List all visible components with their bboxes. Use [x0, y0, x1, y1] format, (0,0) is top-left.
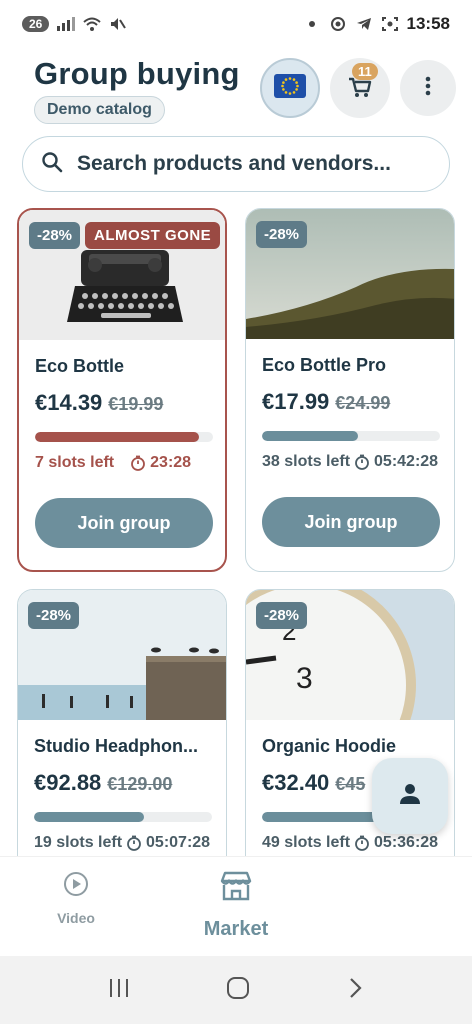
notification-count-badge: 26	[22, 16, 50, 32]
status-right: 13:58	[303, 14, 450, 34]
timer-icon	[126, 835, 142, 851]
home-icon[interactable]	[225, 975, 251, 1006]
progress-bar	[262, 431, 440, 441]
sim-signal-icon	[57, 17, 76, 31]
almost-gone-badge: ALMOST GONE	[85, 222, 221, 249]
clock-time: 13:58	[406, 14, 450, 33]
current-price: €14.39	[35, 390, 103, 415]
overflow-menu-button[interactable]	[400, 60, 456, 116]
dot-icon	[303, 17, 321, 31]
mute-icon	[109, 17, 127, 31]
old-price: €129.00	[107, 774, 173, 794]
product-price: €32.40 €45	[262, 770, 365, 796]
progress-fill	[34, 812, 145, 822]
countdown-timer: 05:07:28	[146, 834, 211, 851]
slots-timer-row: 49 slots left 05:36:28	[262, 834, 438, 852]
timer-icon	[354, 454, 370, 470]
slots-timer-row: 38 slots left 05:42:28	[262, 453, 438, 471]
app-screen: 26 13:58 Group buying Demo catalog 11 Se…	[0, 0, 472, 1024]
join-group-button[interactable]: Join group	[35, 498, 213, 548]
status-bar: 26 13:58	[0, 0, 472, 48]
current-price: €92.88	[34, 770, 102, 795]
current-price: €32.40	[262, 770, 330, 795]
profile-fab[interactable]	[372, 758, 448, 834]
back-icon[interactable]	[345, 976, 365, 1005]
cart-button[interactable]: 11	[330, 58, 390, 118]
bottom-nav: Video Market	[0, 856, 472, 956]
product-card[interactable]: -28% ALMOST GONE Eco Bottle €14.39 €19.99…	[17, 208, 227, 572]
screenshot-icon	[381, 17, 399, 31]
product-card[interactable]: -28% Eco Bottle Pro €17.99 €24.99 38 slot…	[245, 208, 455, 572]
region-button[interactable]	[260, 58, 320, 118]
slots-left: 38 slots left	[262, 453, 351, 470]
old-price: €19.99	[108, 394, 164, 414]
product-name: Organic Hoodie	[262, 736, 397, 756]
nav-video-label: Video	[57, 910, 95, 926]
old-price: €24.99	[335, 393, 391, 413]
search-input[interactable]: Search products and vendors...	[77, 152, 391, 176]
product-name: Eco Bottle Pro	[262, 355, 387, 375]
slots-left: 19 slots left	[34, 834, 123, 851]
eu-flag-icon	[274, 73, 306, 103]
product-price: €92.88 €129.00	[34, 770, 172, 796]
countdown-timer: 23:28	[150, 454, 192, 471]
app-header: Group buying Demo catalog 11	[0, 48, 472, 132]
progress-fill	[35, 432, 199, 442]
nav-market[interactable]: Market	[196, 871, 276, 941]
catalog-pill[interactable]: Demo catalog	[34, 96, 165, 124]
search-bar[interactable]: Search products and vendors...	[22, 136, 450, 192]
page-title: Group buying	[34, 56, 240, 91]
svg-text:3: 3	[296, 662, 313, 695]
progress-fill	[262, 431, 359, 441]
product-price: €17.99 €24.99	[262, 389, 390, 415]
play-circle-icon	[63, 871, 89, 902]
person-icon	[397, 781, 423, 812]
progress-fill	[262, 812, 387, 822]
timer-icon	[130, 455, 146, 471]
old-price: €45	[335, 774, 366, 794]
timer-icon	[354, 835, 370, 851]
storefront-icon	[219, 871, 253, 906]
countdown-timer: 05:36:28	[374, 834, 439, 851]
countdown-timer: 05:42:28	[374, 453, 439, 470]
progress-bar	[34, 812, 212, 822]
discount-badge: -28%	[256, 221, 308, 248]
progress-bar	[35, 432, 213, 442]
product-name: Eco Bottle	[35, 356, 125, 376]
status-left: 26	[22, 16, 127, 32]
slots-left: 7 slots left	[35, 454, 115, 471]
more-vertical-icon	[425, 76, 431, 101]
wifi-icon	[83, 17, 102, 31]
search-icon	[41, 151, 63, 178]
discount-badge: -28%	[256, 602, 308, 629]
telegram-icon	[355, 17, 373, 31]
join-group-button[interactable]: Join group	[262, 497, 440, 547]
slots-timer-row: 19 slots left 05:07:28	[34, 834, 210, 852]
cart-count-badge: 11	[352, 63, 378, 80]
product-name: Studio Headphon...	[34, 736, 198, 756]
slots-left: 49 slots left	[262, 834, 351, 851]
product-price: €14.39 €19.99	[35, 390, 163, 416]
chrome-icon	[329, 17, 347, 31]
discount-badge: -28%	[29, 222, 81, 249]
nav-video[interactable]: Video	[48, 871, 104, 926]
product-card[interactable]: -28% Studio Headphon... €92.88 €129.00 19…	[17, 589, 227, 856]
system-nav-bar	[0, 956, 472, 1024]
discount-badge: -28%	[28, 602, 80, 629]
current-price: €17.99	[262, 389, 330, 414]
nav-market-label: Market	[203, 918, 269, 940]
recent-apps-icon[interactable]	[107, 977, 131, 1004]
slots-timer-row: 7 slots left 23:28	[35, 454, 191, 472]
